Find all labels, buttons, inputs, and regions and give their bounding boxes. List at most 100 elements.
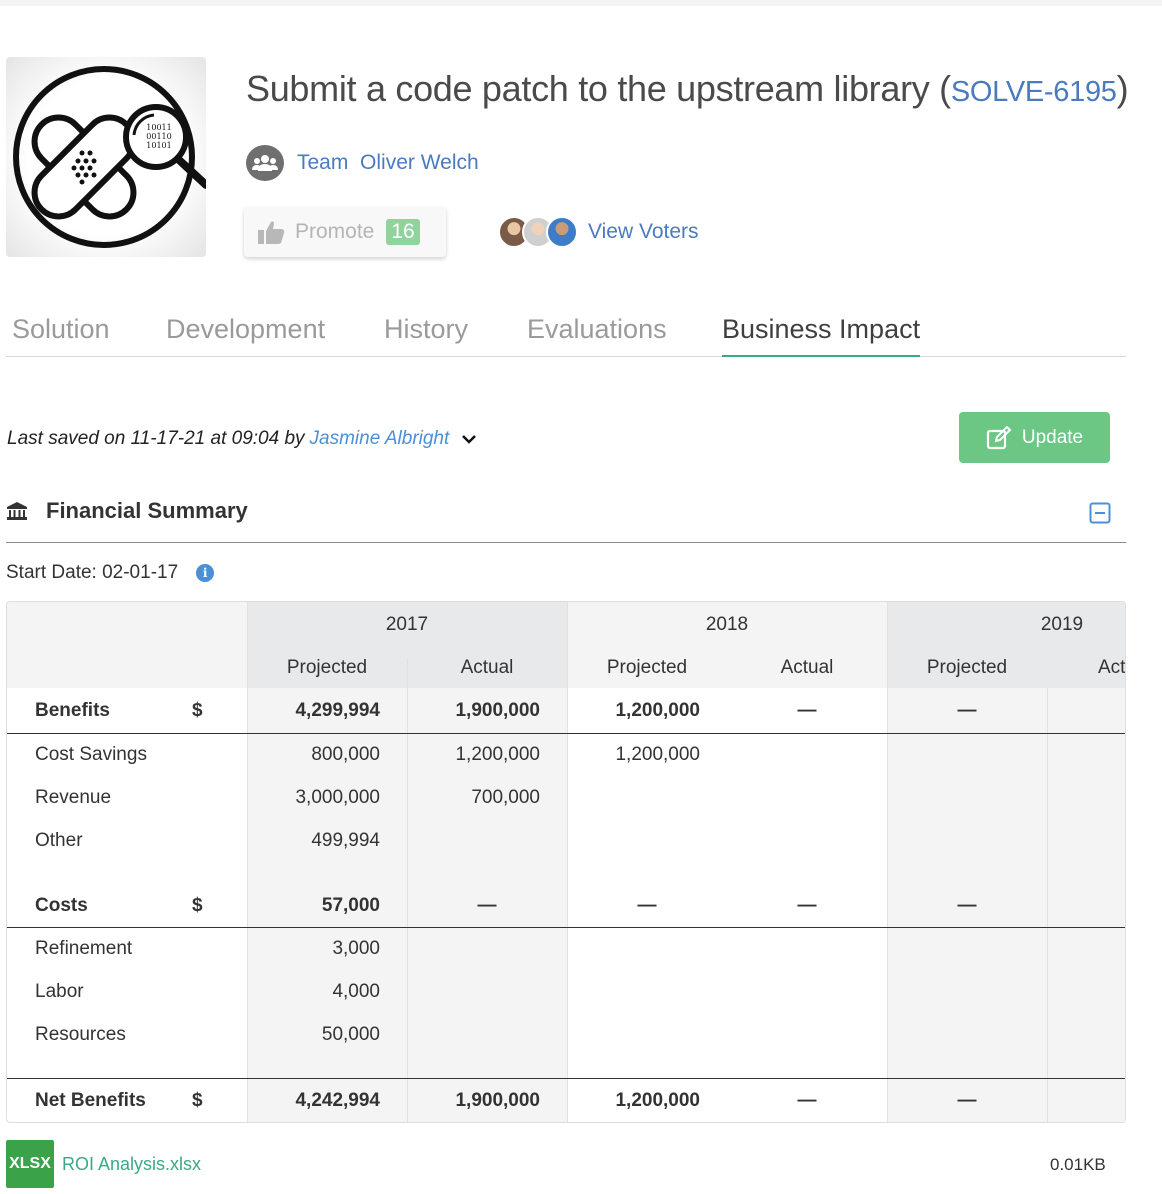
- net-benefits-2018-actual: —: [797, 1090, 817, 1111]
- currency-symbol: $: [192, 700, 203, 721]
- row-label-labor: Labor: [35, 981, 84, 1002]
- team-name: Oliver Welch: [360, 151, 479, 174]
- update-button-label: Update: [1021, 426, 1084, 448]
- benefits-2018-actual: —: [797, 700, 817, 721]
- voters-row: View Voters: [498, 214, 699, 250]
- refinement-2017-projected: 3,000: [332, 938, 380, 959]
- promote-label: Promote: [295, 220, 375, 243]
- financial-summary-header: Financial Summary: [6, 494, 1126, 543]
- resources-2017-projected: 50,000: [321, 1024, 380, 1045]
- view-voters-link[interactable]: View Voters: [588, 220, 699, 244]
- header-bg-label: [7, 602, 247, 688]
- costs-2017-actual: —: [477, 895, 497, 916]
- other-2017-projected: 499,994: [311, 830, 380, 851]
- promote-count-badge: 16: [386, 219, 420, 245]
- sub-header-projected: Projected: [926, 657, 1008, 678]
- solution-logo: 10011 00110 10101: [6, 57, 206, 257]
- revenue-2017-projected: 3,000,000: [295, 787, 380, 808]
- cost-savings-2017-projected: 800,000: [311, 744, 380, 765]
- row-label-net-benefits: Net Benefits: [35, 1090, 146, 1111]
- logo-binary-line-3: 10101: [146, 141, 171, 150]
- tab-development[interactable]: Development: [166, 314, 325, 345]
- logo-binary-line-1: 10011: [146, 123, 171, 132]
- attachment-row: XLSX ROI Analysis.xlsx: [6, 1140, 201, 1188]
- edit-icon: [986, 425, 1012, 449]
- row-label-other: Other: [35, 830, 83, 851]
- solution-title: Submit a code patch to the upstream libr…: [246, 68, 930, 109]
- net-benefits-2017-actual: 1,900,000: [455, 1090, 540, 1111]
- benefits-2017-projected: 4,299,994: [295, 700, 380, 721]
- team-icon: [246, 145, 284, 181]
- team-row: Team Oliver Welch: [246, 145, 479, 181]
- logo-binary-line-2: 00110: [146, 132, 171, 141]
- bank-icon: [7, 502, 27, 520]
- solution-id-link[interactable]: SOLVE-6195: [951, 76, 1117, 108]
- currency-symbol: $: [192, 1090, 203, 1111]
- row-label-resources: Resources: [35, 1024, 126, 1045]
- sub-header-actual: Actual: [780, 657, 834, 678]
- financial-summary-title: Financial Summary: [46, 498, 248, 523]
- benefits-2018-projected: 1,200,000: [615, 700, 700, 721]
- column-divider: [887, 602, 888, 1122]
- team-link[interactable]: Team Oliver Welch: [297, 151, 479, 175]
- bandage-magnifier-icon: 10011 00110 10101: [13, 66, 206, 248]
- tab-solution[interactable]: Solution: [12, 314, 110, 345]
- cost-savings-2018-projected: 1,200,000: [615, 744, 700, 765]
- sub-header-actual: Actual: [460, 657, 514, 678]
- top-bar: [0, 0, 1162, 6]
- net-benefits-2019-projected: —: [957, 1090, 977, 1111]
- column-divider: [1047, 688, 1048, 1122]
- costs-2017-projected: 57,000: [321, 895, 380, 916]
- team-label: Team: [297, 151, 349, 174]
- sub-header-projected: Projected: [286, 657, 368, 678]
- row-divider: [7, 1078, 1125, 1079]
- attachment-size: 0.01KB: [1050, 1155, 1106, 1174]
- tab-business-impact[interactable]: Business Impact: [722, 314, 921, 357]
- column-divider: [407, 658, 408, 1122]
- attachment-link[interactable]: ROI Analysis.xlsx: [62, 1154, 201, 1175]
- cost-savings-2017-actual: 1,200,000: [455, 744, 540, 765]
- row-label-benefits: Benefits: [35, 700, 110, 721]
- row-label-cost-savings: Cost Savings: [35, 744, 147, 765]
- tab-evaluations[interactable]: Evaluations: [527, 314, 667, 345]
- benefits-2019-projected: —: [957, 700, 977, 721]
- info-icon[interactable]: i: [196, 564, 215, 582]
- last-saved-info: Last saved on 11-17-21 at 09:04 by Jasmi…: [7, 428, 477, 450]
- net-benefits-2018-projected: 1,200,000: [615, 1090, 700, 1111]
- xlsx-file-icon[interactable]: XLSX: [6, 1140, 54, 1188]
- update-button[interactable]: Update: [959, 412, 1110, 463]
- voter-avatar[interactable]: [546, 216, 578, 248]
- financial-table: 2017 2018 2019 Projected Actual Projecte…: [6, 601, 1126, 1123]
- row-divider: [7, 733, 1125, 734]
- sub-header-projected: Projected: [606, 657, 688, 678]
- row-label-costs: Costs: [35, 895, 88, 916]
- last-saved-user-link[interactable]: Jasmine Albright: [310, 428, 450, 450]
- row-label-refinement: Refinement: [35, 938, 133, 959]
- tab-history[interactable]: History: [384, 314, 468, 345]
- start-date: Start Date: 02-01-17 i: [6, 562, 215, 584]
- net-benefits-2017-projected: 4,242,994: [295, 1090, 380, 1111]
- tab-bar: Solution Development History Evaluations…: [6, 310, 1126, 357]
- row-label-revenue: Revenue: [35, 787, 112, 808]
- labor-2017-projected: 4,000: [332, 981, 380, 1002]
- year-header-2017: 2017: [385, 614, 429, 635]
- benefits-2017-actual: 1,900,000: [455, 700, 540, 721]
- year-header-2018: 2018: [705, 614, 749, 635]
- costs-2018-projected: —: [637, 895, 657, 916]
- promote-button[interactable]: Promote 16: [244, 207, 446, 257]
- sub-header-actual-truncated: Act: [1098, 657, 1126, 678]
- paren-close: ): [1116, 68, 1129, 109]
- chevron-down-icon[interactable]: [461, 433, 477, 445]
- costs-2019-projected: —: [957, 895, 977, 916]
- column-divider: [567, 602, 568, 1122]
- page-title: Submit a code patch to the upstream libr…: [246, 68, 1129, 110]
- paren-open: (: [939, 68, 951, 109]
- collapse-icon[interactable]: [1089, 502, 1111, 524]
- currency-symbol: $: [192, 895, 203, 916]
- start-date-text: Start Date: 02-01-17: [6, 562, 179, 583]
- year-header-2019: 2019: [1040, 614, 1084, 635]
- revenue-2017-actual: 700,000: [471, 787, 540, 808]
- last-saved-text: Last saved on 11-17-21 at 09:04 by: [7, 428, 305, 449]
- costs-2018-actual: —: [797, 895, 817, 916]
- row-divider: [7, 927, 1125, 928]
